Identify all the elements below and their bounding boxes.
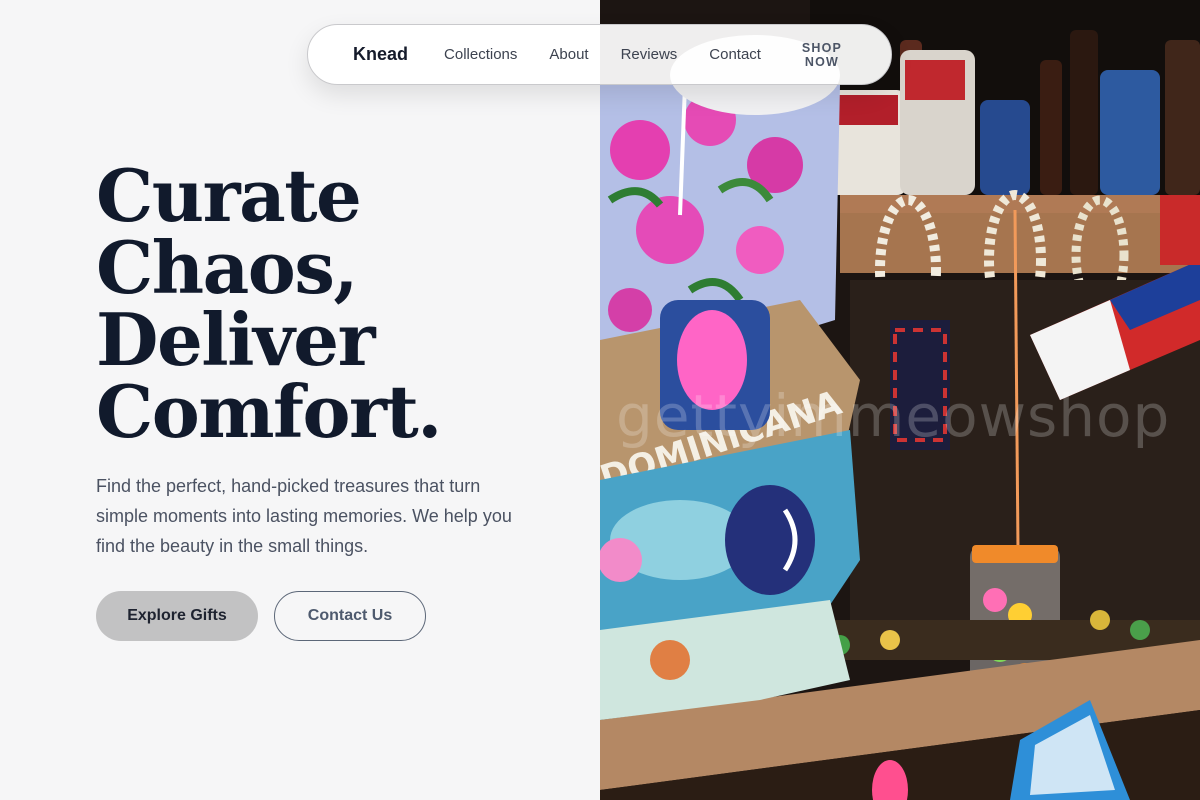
top-nav: Knead Collections About Reviews Contact … — [307, 24, 892, 85]
hero-title-line: Curate — [96, 153, 362, 238]
contact-us-button[interactable]: Contact Us — [274, 591, 426, 641]
market-stall-illustration: DOMINICANA — [600, 0, 1200, 800]
shop-now-button[interactable]: SHOP NOW — [785, 41, 859, 69]
hero-title: Curate Chaos, Deliver Comfort. — [96, 160, 556, 448]
hero-title-line: Chaos, — [96, 225, 358, 310]
hero-title-line: Deliver — [96, 297, 376, 382]
explore-gifts-button[interactable]: Explore Gifts — [96, 591, 258, 641]
nav-link-contact[interactable]: Contact — [709, 46, 761, 63]
hero-photo: DOMINICANA gettyimmeowshop — [600, 0, 1200, 800]
nav-link-about[interactable]: About — [549, 46, 588, 63]
nav-link-reviews[interactable]: Reviews — [621, 46, 678, 63]
brand-logo[interactable]: Knead — [353, 44, 408, 65]
hero-title-line: Comfort. — [96, 369, 442, 454]
nav-link-collections[interactable]: Collections — [444, 46, 517, 63]
hero-description: Find the perfect, hand-picked treasures … — [96, 476, 512, 556]
